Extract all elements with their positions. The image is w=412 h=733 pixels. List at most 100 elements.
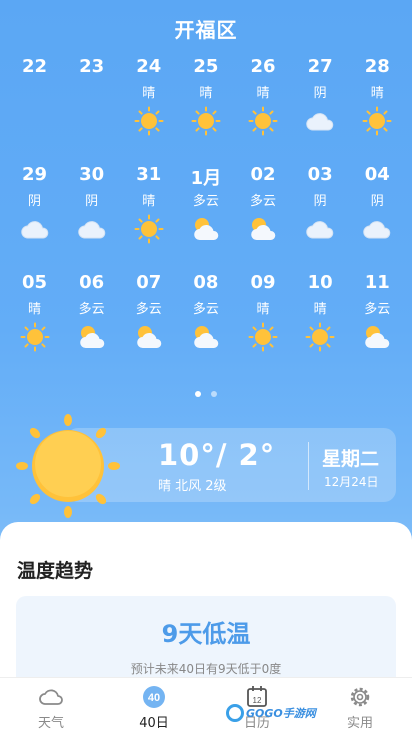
calendar-day[interactable]: 28 晴: [349, 52, 406, 160]
nav-item-tools[interactable]: 实用: [325, 684, 395, 731]
nav-label-40day: 40日: [139, 716, 169, 731]
calendar-day[interactable]: 10 晴: [292, 268, 349, 376]
day-condition: [63, 82, 120, 100]
calendar-day[interactable]: 11 多云: [349, 268, 406, 376]
day-number: 25: [193, 56, 219, 77]
today-temperature: 10°/ 2°: [158, 438, 276, 472]
day-number: 24: [136, 56, 162, 77]
day-number: 30: [79, 164, 105, 185]
partly-cloudy-icon: [77, 322, 107, 352]
partly-cloudy-icon: [191, 322, 221, 352]
partly-cloudy-icon: [134, 322, 164, 352]
trend-headline: 9天低温: [161, 620, 251, 648]
sun-icon: [134, 106, 164, 136]
today-weekday: 星期二: [322, 448, 380, 470]
partly-cloudy-icon: [191, 214, 221, 244]
day-condition: 晴: [142, 86, 156, 101]
partly-cloudy-icon: [362, 322, 392, 352]
day-condition: 阴: [85, 194, 99, 209]
sun-icon: [362, 106, 392, 136]
calendar-day[interactable]: 25 晴: [177, 52, 234, 160]
calendar-day[interactable]: 22: [6, 52, 63, 160]
day-condition: 晴: [313, 302, 327, 317]
calendar-day[interactable]: 02 多云: [235, 160, 292, 268]
calendar-grid: 22 23 24 晴 25 晴 26 晴 27 阴 28 晴 29 阴 30 阴 31 晴 1月 多云 02 多云 03 阴 0…: [6, 52, 406, 376]
forty-badge-text: 40: [148, 692, 160, 704]
day-number: 22: [22, 56, 48, 77]
divider: [308, 442, 309, 490]
calendar-day[interactable]: 26 晴: [235, 52, 292, 160]
day-condition: 阴: [370, 194, 384, 209]
day-condition: 多云: [135, 302, 162, 317]
page-dot[interactable]: [211, 391, 217, 397]
nav-item-40day[interactable]: 40 40日: [119, 684, 189, 731]
day-condition: 晴: [256, 86, 270, 101]
day-condition: 多云: [364, 302, 391, 317]
gear-icon: [350, 687, 370, 707]
page-indicator: [0, 382, 412, 401]
sun-icon: [191, 106, 221, 136]
cloud-icon: [20, 214, 50, 244]
today-date: 12月24日: [324, 475, 379, 489]
day-number: 23: [79, 56, 105, 77]
nav-label-weather: 天气: [37, 716, 64, 731]
day-condition: 多云: [192, 194, 219, 209]
sun-icon: [248, 322, 278, 352]
trend-title: 温度趋势: [17, 560, 94, 582]
page-title: 开福区: [174, 18, 238, 42]
day-number: 10: [307, 272, 333, 293]
day-number: 09: [250, 272, 276, 293]
nav-label-tools: 实用: [346, 716, 373, 731]
day-number: 29: [22, 164, 48, 185]
calendar-day[interactable]: 03 阴: [292, 160, 349, 268]
day-condition: 晴: [199, 86, 213, 101]
calendar-day[interactable]: 24 晴: [120, 52, 177, 160]
day-number: 02: [250, 164, 276, 185]
day-condition: 阴: [28, 194, 42, 209]
day-condition: 阴: [313, 86, 327, 101]
day-number: 11: [364, 272, 390, 293]
day-number: 04: [364, 164, 390, 185]
day-number: 07: [136, 272, 162, 293]
calendar-day[interactable]: 09 晴: [235, 268, 292, 376]
calendar-day[interactable]: 04 阴: [349, 160, 406, 268]
calendar-day[interactable]: 1月 多云: [177, 160, 234, 268]
day-condition: 多云: [78, 302, 105, 317]
day-condition: 多云: [250, 194, 277, 209]
calendar-row: 22 23 24 晴 25 晴 26 晴 27 阴 28 晴: [6, 52, 406, 160]
calendar-day[interactable]: 27 阴: [292, 52, 349, 160]
calendar-day[interactable]: 31 晴: [120, 160, 177, 268]
partly-cloudy-icon: [248, 214, 278, 244]
calendar-day[interactable]: 23: [63, 52, 120, 160]
calendar-day[interactable]: 08 多云: [177, 268, 234, 376]
big-sun-icon: [16, 414, 120, 518]
calendar-day[interactable]: 05 晴: [6, 268, 63, 376]
calendar-day[interactable]: 30 阴: [63, 160, 120, 268]
cloud-outline-icon: [39, 689, 63, 705]
sun-icon: [248, 106, 278, 136]
day-condition: 晴: [370, 86, 384, 101]
cloud-icon: [305, 106, 335, 136]
day-number: 08: [193, 272, 219, 293]
day-number: 28: [364, 56, 390, 77]
day-condition: 晴: [142, 194, 156, 209]
cloud-icon: [305, 214, 335, 244]
nav-item-weather[interactable]: 天气: [16, 684, 86, 731]
page-dot[interactable]: [195, 391, 201, 397]
day-condition: 晴: [28, 302, 42, 317]
cloud-icon: [362, 214, 392, 244]
day-condition: 阴: [313, 194, 327, 209]
sun-icon: [134, 214, 164, 244]
sun-icon: [305, 322, 335, 352]
day-condition: 多云: [192, 302, 219, 317]
watermark-text: GOGO手游网: [246, 707, 316, 720]
calendar-day[interactable]: 07 多云: [120, 268, 177, 376]
calendar-day[interactable]: 29 阴: [6, 160, 63, 268]
day-condition: 晴: [256, 302, 270, 317]
calendar-day[interactable]: 06 多云: [63, 268, 120, 376]
calendar-row: 29 阴 30 阴 31 晴 1月 多云 02 多云 03 阴 04 阴: [6, 160, 406, 268]
bottom-nav: 天气 40 40日 12 日历 实用: [0, 677, 412, 733]
watermark-logo: GOGO手游网: [226, 700, 316, 726]
today-description: 晴 北风 2级: [158, 479, 227, 494]
day-number: 06: [79, 272, 105, 293]
